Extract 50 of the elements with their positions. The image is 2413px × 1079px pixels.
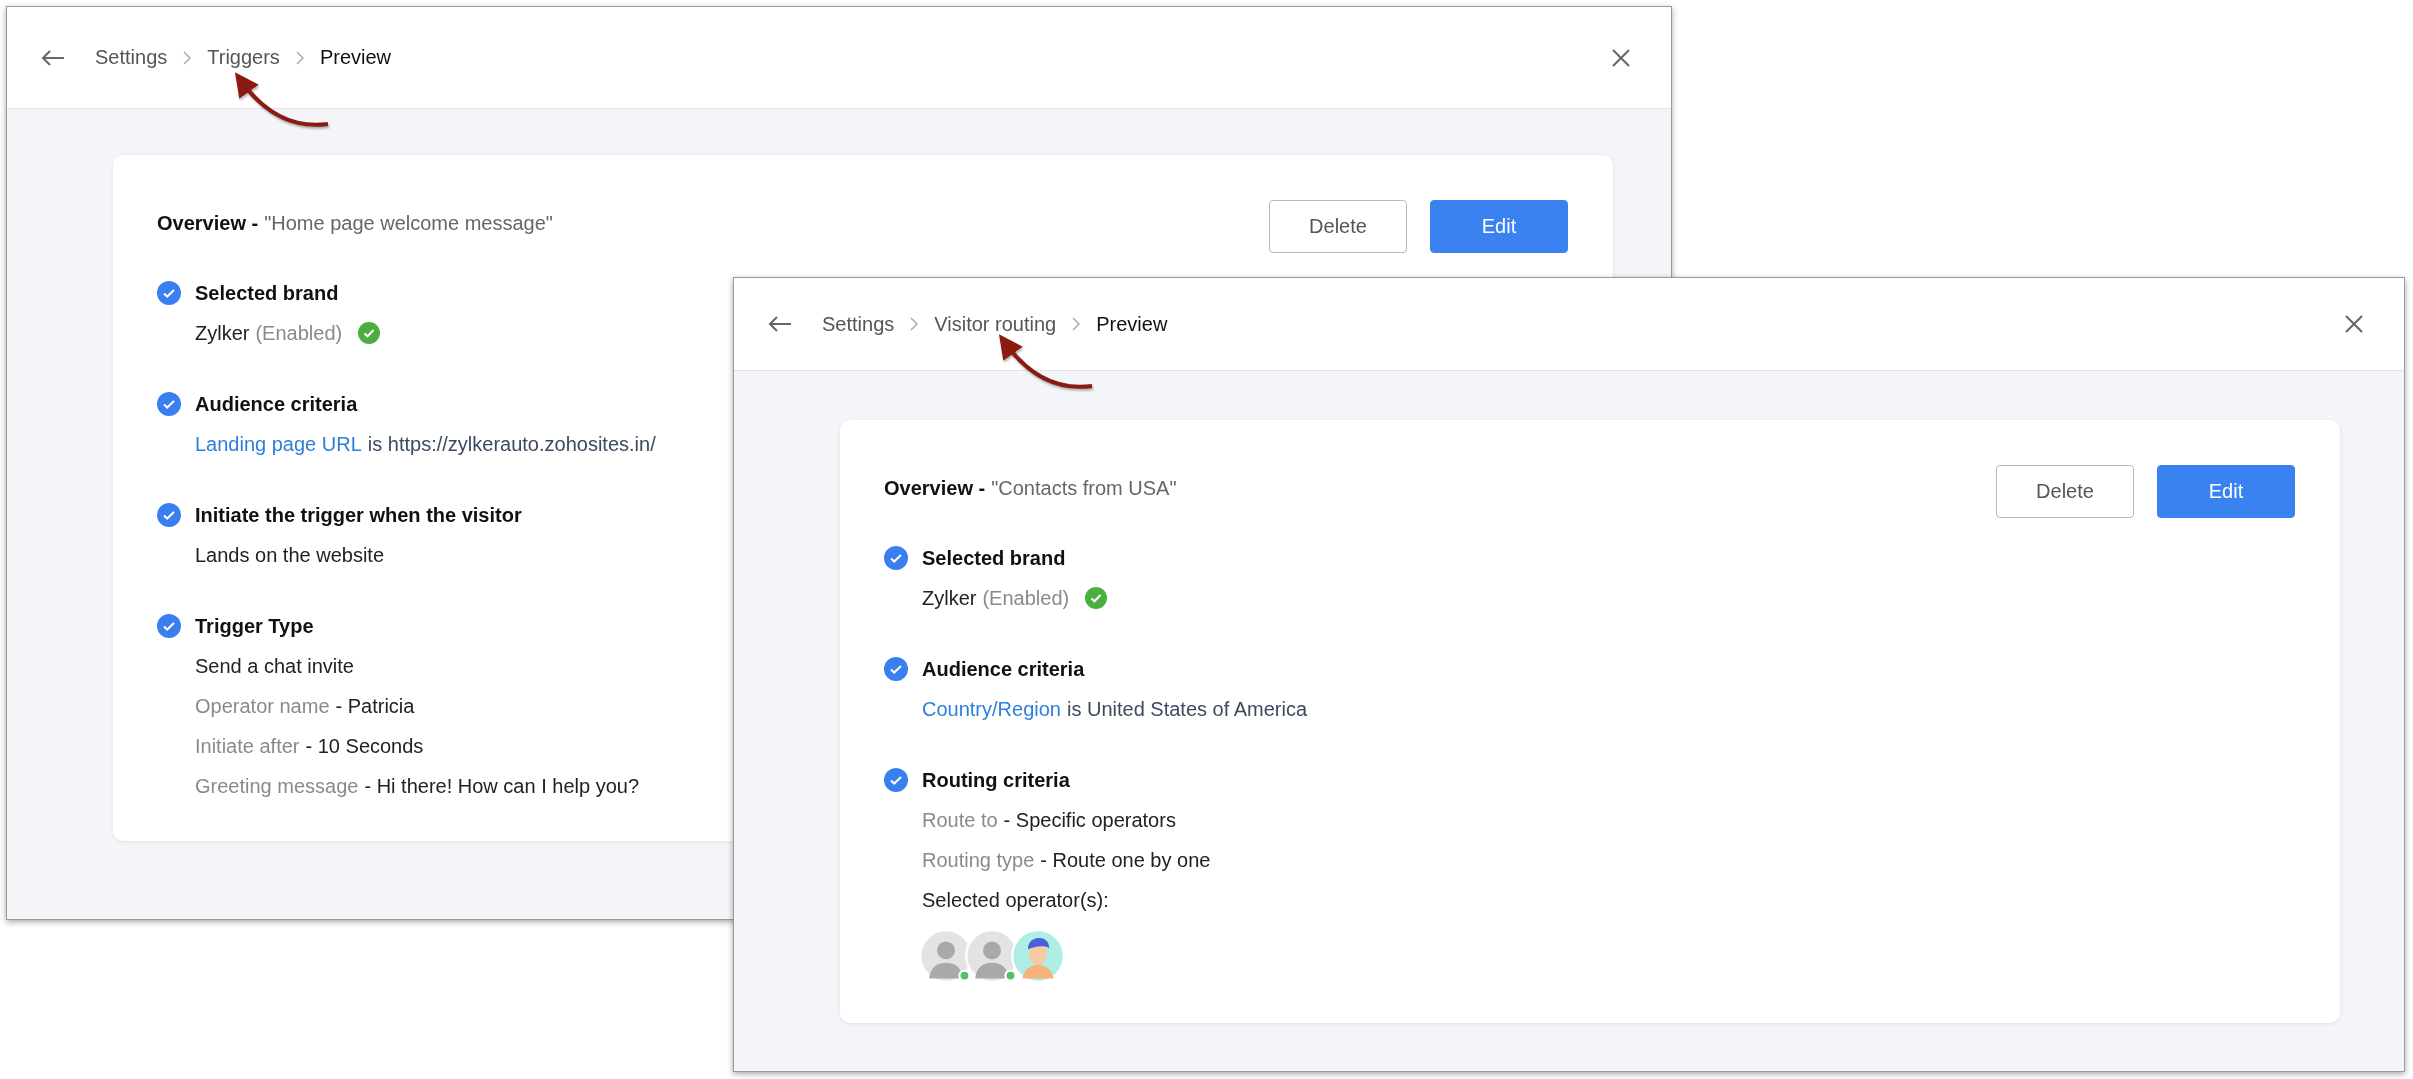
- detail-label: Routing type: [922, 848, 1035, 872]
- breadcrumb-link[interactable]: Visitor routing: [934, 312, 1057, 336]
- detail-text: Send a chat invite: [195, 654, 354, 678]
- breadcrumb-link[interactable]: Triggers: [207, 46, 280, 69]
- edit-button[interactable]: Edit: [1430, 200, 1568, 253]
- section-heading: Routing criteria: [922, 768, 1070, 792]
- detail-value: - Hi there! How can I help you?: [364, 774, 639, 798]
- brand-name: Zylker: [922, 586, 977, 610]
- section-heading: Audience criteria: [195, 392, 358, 416]
- brand-status: (Enabled): [255, 321, 343, 345]
- detail-text: Selected operator(s):: [922, 888, 1109, 912]
- breadcrumb-link[interactable]: Preview: [319, 46, 391, 69]
- section-heading: Trigger Type: [195, 614, 314, 638]
- detail-value: - Route one by one: [1040, 848, 1211, 872]
- breadcrumb-link[interactable]: Settings: [822, 312, 895, 336]
- section-heading: Selected brand: [195, 281, 339, 305]
- section-heading: Initiate the trigger when the visitor: [195, 503, 522, 527]
- breadcrumb-link[interactable]: Preview: [1096, 312, 1168, 336]
- brand-name: Zylker: [195, 321, 250, 345]
- chevron-right-icon: [910, 317, 919, 331]
- brand-status: (Enabled): [982, 586, 1070, 610]
- criteria-field-link[interactable]: Country/Region: [922, 697, 1061, 721]
- detail-label: Initiate after: [195, 734, 300, 758]
- detail-text: Lands on the website: [195, 543, 385, 567]
- overview-name: "Home page welcome message": [264, 212, 553, 235]
- close-icon[interactable]: [1611, 47, 1631, 68]
- back-arrow-icon[interactable]: [41, 48, 65, 67]
- overview-name: "Contacts from USA": [991, 477, 1177, 500]
- criteria-condition: is United States of America: [1066, 697, 1308, 721]
- chevron-right-icon: [1072, 317, 1081, 331]
- delete-button[interactable]: Delete: [1269, 200, 1407, 253]
- detail-label: Greeting message: [195, 774, 359, 798]
- detail-value: - Specific operators: [1003, 808, 1176, 832]
- chevron-right-icon: [295, 50, 304, 65]
- detail-value: - 10 Seconds: [305, 734, 424, 758]
- criteria-field-link[interactable]: Landing page URL: [195, 432, 362, 456]
- detail-label: Route to: [922, 808, 998, 832]
- close-icon[interactable]: [2344, 314, 2364, 334]
- section-heading: Audience criteria: [922, 657, 1085, 681]
- delete-button[interactable]: Delete: [1996, 465, 2134, 518]
- detail-label: Operator name: [195, 694, 330, 718]
- overview-title: Overview -: [884, 477, 986, 500]
- section-heading: Selected brand: [922, 546, 1066, 570]
- chevron-right-icon: [183, 50, 192, 65]
- criteria-condition: is https://zylkerauto.zohosites.in/: [367, 432, 656, 456]
- edit-button[interactable]: Edit: [2157, 465, 2295, 518]
- detail-value: - Patricia: [335, 694, 415, 718]
- back-arrow-icon[interactable]: [768, 315, 792, 333]
- overview-title: Overview -: [157, 212, 259, 235]
- breadcrumb-link[interactable]: Settings: [95, 46, 168, 69]
